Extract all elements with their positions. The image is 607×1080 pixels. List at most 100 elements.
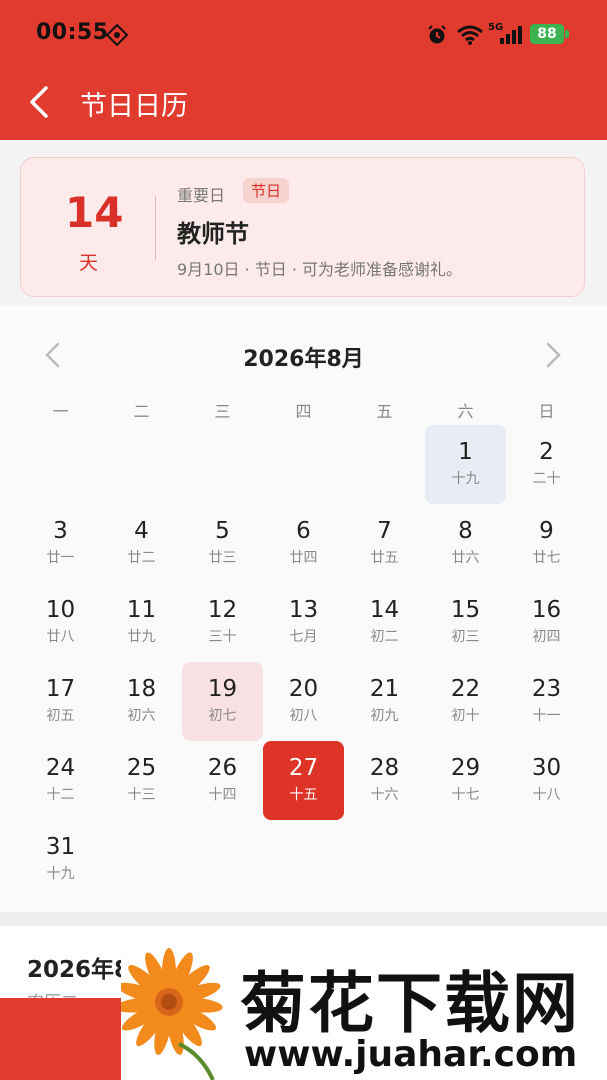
countdown-card[interactable]: 14 天 重要日 节日 教师节 9月10日 · 节日 · 可为老师准备感谢礼。 [20, 157, 585, 297]
calendar-day-cell[interactable]: 6 廿四 [263, 504, 344, 583]
day-number: 7 [377, 518, 392, 544]
calendar-day-cell[interactable]: 30 十八 [506, 741, 587, 820]
day-number: 24 [45, 755, 76, 781]
event-name: 教师节 [177, 220, 249, 248]
lunar-date: 三十 [208, 629, 237, 645]
day-number: 4 [134, 518, 149, 544]
calendar-day-cell[interactable]: 2 二十 [506, 425, 587, 504]
month-title: 2026年8月 [243, 347, 364, 372]
day-number: 23 [531, 676, 562, 702]
calendar-day-cell[interactable]: 24 十二 [20, 741, 101, 820]
day-number: 13 [288, 597, 319, 623]
lunar-date: 廿三 [208, 550, 237, 566]
lunar-date: 初九 [370, 708, 399, 724]
lunar-date: 初四 [532, 629, 561, 645]
lunar-date: 十四 [208, 787, 237, 803]
days-unit: 天 [79, 252, 99, 274]
weekday-label: 五 [376, 402, 393, 421]
calendar-day-cell[interactable]: 12 三十 [182, 583, 263, 662]
day-number: 18 [126, 676, 157, 702]
lunar-date: 十二 [46, 787, 75, 803]
lunar-date: 初五 [46, 708, 75, 724]
calendar-day-cell[interactable]: 20 初八 [263, 662, 344, 741]
watermark-url: www.juahar.com [244, 1034, 578, 1075]
calendar-day-cell[interactable]: 16 初四 [506, 583, 587, 662]
calendar-day-cell[interactable]: 10 廿八 [20, 583, 101, 662]
wifi-icon [457, 25, 483, 45]
calendar-day-cell[interactable]: 11 廿九 [101, 583, 182, 662]
calendar-day-cell[interactable]: 26 十四 [182, 741, 263, 820]
lunar-date: 廿五 [370, 550, 399, 566]
status-time: 00:55 [36, 20, 109, 45]
calendar-day-cell[interactable]: 18 初六 [101, 662, 182, 741]
battery-level: 88 [537, 26, 557, 42]
calendar-day-cell[interactable]: 23 十一 [506, 662, 587, 741]
lunar-date: 廿七 [532, 550, 561, 566]
calendar-day-cell[interactable]: 7 廿五 [344, 504, 425, 583]
weekday-label: 三 [214, 402, 231, 421]
day-number: 11 [126, 597, 157, 623]
calendar-day-cell[interactable]: 25 十三 [101, 741, 182, 820]
alarm-icon [428, 25, 446, 44]
lunar-date: 廿八 [46, 629, 75, 645]
calendar-day-cell[interactable]: 8 廿六 [425, 504, 506, 583]
day-number: 1 [458, 439, 473, 465]
page-title: 节日日历 [80, 91, 188, 122]
day-number: 9 [539, 518, 554, 544]
section-divider [0, 912, 607, 926]
lunar-date: 七月 [289, 629, 318, 645]
lunar-date: 廿二 [127, 550, 156, 566]
calendar-day-cell[interactable]: 3 廿一 [20, 504, 101, 583]
lunar-date: 十八 [532, 787, 561, 803]
lunar-date: 十五 [289, 787, 318, 803]
day-number: 20 [288, 676, 319, 702]
lunar-date: 十九 [451, 471, 480, 487]
calendar-day-cell[interactable]: 29 十七 [425, 741, 506, 820]
event-description: 9月10日 · 节日 · 可为老师准备感谢礼。 [177, 260, 463, 279]
lunar-date: 廿九 [127, 629, 156, 645]
day-number: 27 [288, 755, 319, 781]
day-number: 10 [45, 597, 76, 623]
calendar-day-cell[interactable]: 4 廿二 [101, 504, 182, 583]
calendar-day-cell[interactable]: 15 初三 [425, 583, 506, 662]
day-number: 28 [369, 755, 400, 781]
calendar-day-cell[interactable]: 9 廿七 [506, 504, 587, 583]
day-number: 12 [207, 597, 238, 623]
watermark-red-block [0, 998, 121, 1080]
day-number: 29 [450, 755, 481, 781]
status-bar: 00:55 5G 88 [0, 0, 607, 70]
weekday-label: 六 [457, 402, 474, 421]
calendar-day-cell[interactable]: 17 初五 [20, 662, 101, 741]
flower-logo-icon [121, 948, 223, 1080]
day-number: 22 [450, 676, 481, 702]
calendar-day-cell[interactable]: 14 初二 [344, 583, 425, 662]
lunar-date: 十九 [46, 866, 75, 882]
next-month-icon[interactable] [541, 341, 565, 369]
calendar-day-cell[interactable]: 28 十六 [344, 741, 425, 820]
day-number: 31 [45, 834, 76, 860]
detail-title: 2026年8 [27, 957, 131, 983]
day-number: 5 [215, 518, 230, 544]
calendar-day-cell[interactable]: 13 七月 [263, 583, 344, 662]
calendar-day-cell[interactable]: 19 初七 [182, 662, 263, 741]
lunar-date: 初八 [289, 708, 318, 724]
back-arrow-icon[interactable] [24, 82, 60, 122]
calendar-day-cell[interactable]: 27 十五 [263, 741, 344, 820]
lunar-date: 初十 [451, 708, 480, 724]
calendar-day-cell[interactable]: 5 廿三 [182, 504, 263, 583]
calendar-day-cell[interactable]: 31 十九 [20, 820, 101, 899]
lunar-date: 初七 [208, 708, 237, 724]
day-number: 30 [531, 755, 562, 781]
battery-indicator: 88 [530, 24, 564, 44]
day-number: 14 [369, 597, 400, 623]
calendar-day-cell[interactable]: 21 初九 [344, 662, 425, 741]
calendar-day-cell[interactable]: 1 十九 [425, 425, 506, 504]
lunar-date: 初二 [370, 629, 399, 645]
calendar-day-cell[interactable]: 22 初十 [425, 662, 506, 741]
watermark-text: 菊花下载网 [240, 965, 580, 1042]
card-divider [155, 196, 156, 260]
signal-icon [500, 26, 522, 44]
day-number: 17 [45, 676, 76, 702]
day-number: 16 [531, 597, 562, 623]
weekday-label: 一 [52, 402, 69, 421]
